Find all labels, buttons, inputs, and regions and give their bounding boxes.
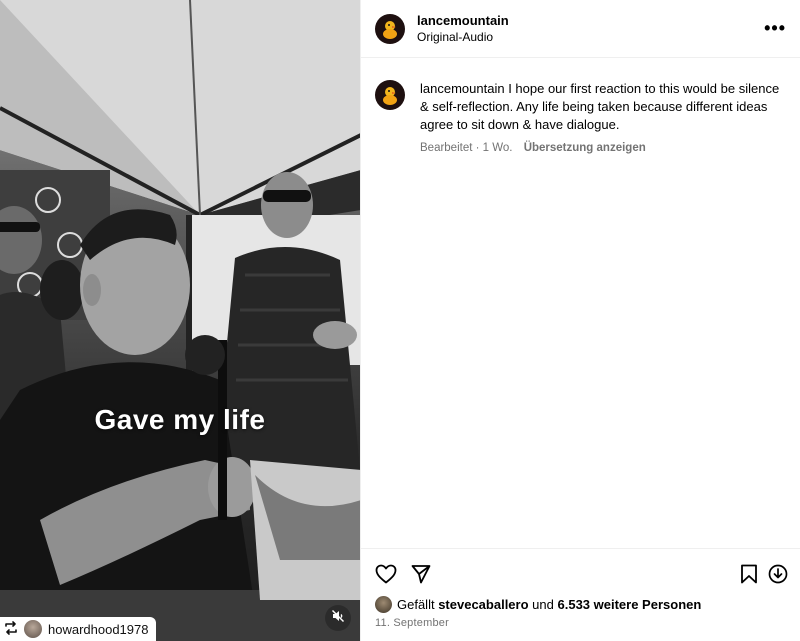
action-bar — [361, 549, 800, 587]
edited-label: Bearbeitet · 1 Wo. — [420, 142, 513, 154]
repost-avatar — [24, 620, 42, 638]
comment-username[interactable]: lancemountain — [420, 81, 505, 96]
duck-icon — [383, 20, 397, 39]
muted-speaker-icon — [331, 609, 345, 628]
comment-meta: Bearbeitet · 1 Wo. Übersetzung anzeigen — [420, 139, 786, 157]
comment-body: lancemountain I hope our first reaction … — [420, 80, 786, 157]
comment-avatar[interactable] — [375, 80, 405, 110]
download-icon[interactable] — [768, 564, 788, 584]
likes-middle: und — [532, 597, 554, 612]
share-icon[interactable] — [411, 564, 431, 584]
likes-others[interactable]: 6.533 weitere Personen — [558, 597, 702, 612]
repost-username: howardhood1978 — [48, 621, 149, 637]
translate-link[interactable]: Übersetzung anzeigen — [524, 142, 646, 154]
post-date: 11. September — [375, 617, 449, 629]
liker-avatar — [375, 596, 392, 613]
video-frame — [0, 0, 360, 641]
video-caption-overlay: Gave my life — [94, 404, 266, 435]
comment-text-block: lancemountain I hope our first reaction … — [420, 80, 786, 134]
repost-icon — [4, 620, 18, 638]
bookmark-icon[interactable] — [740, 564, 758, 584]
post-actions-area: Gefällt stevecaballero und 6.533 weitere… — [361, 548, 800, 629]
more-options-button[interactable]: ••• — [764, 18, 786, 39]
post-sidebar: lancemountain Original-Audio ••• lancemo… — [360, 0, 800, 641]
likes-prefix: Gefällt — [397, 597, 435, 612]
mute-button[interactable] — [325, 605, 351, 631]
heart-icon[interactable] — [375, 564, 397, 584]
post-header: lancemountain Original-Audio ••• — [361, 0, 800, 58]
caption-comment: lancemountain I hope our first reaction … — [361, 58, 800, 157]
liker-username[interactable]: stevecaballero — [438, 597, 528, 612]
likes-summary[interactable]: Gefällt stevecaballero und 6.533 weitere… — [361, 596, 800, 613]
repost-tag[interactable]: howardhood1978 — [0, 617, 157, 641]
instagram-post: Gave my life howardhood1978 lancemountai… — [0, 0, 800, 641]
profile-avatar[interactable] — [375, 13, 405, 44]
audio-label[interactable]: Original-Audio — [417, 29, 509, 45]
header-username[interactable]: lancemountain — [417, 13, 509, 29]
header-names: lancemountain Original-Audio — [417, 13, 509, 45]
video-player[interactable]: Gave my life howardhood1978 — [0, 0, 360, 641]
duck-icon — [383, 87, 397, 105]
